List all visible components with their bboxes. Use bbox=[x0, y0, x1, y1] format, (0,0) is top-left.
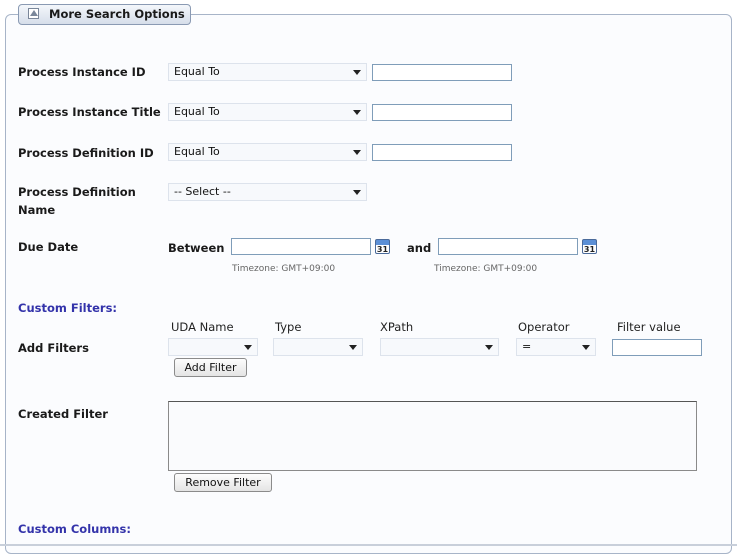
chevron-down-icon bbox=[244, 345, 252, 350]
type-select[interactable] bbox=[273, 338, 363, 356]
process-definition-id-input[interactable] bbox=[372, 144, 512, 161]
process-instance-id-input[interactable] bbox=[372, 64, 512, 81]
filter-value-input[interactable] bbox=[612, 339, 702, 356]
process-definition-id-operator-select[interactable]: Equal To bbox=[168, 143, 367, 161]
process-definition-id-label: Process Definition ID bbox=[18, 146, 154, 160]
uda-name-select[interactable] bbox=[168, 338, 258, 356]
process-instance-title-label: Process Instance Title bbox=[18, 105, 161, 119]
xpath-select[interactable] bbox=[380, 338, 499, 356]
process-instance-id-operator-select[interactable]: Equal To bbox=[168, 63, 367, 81]
operator-value: = bbox=[522, 340, 532, 353]
and-label: and bbox=[407, 241, 432, 255]
created-filter-list[interactable] bbox=[168, 401, 697, 471]
process-definition-id-operator-value: Equal To bbox=[174, 145, 220, 158]
process-instance-title-operator-value: Equal To bbox=[174, 105, 220, 118]
process-definition-name-label-line2: Name bbox=[18, 203, 56, 217]
process-definition-name-value: -- Select -- bbox=[174, 185, 231, 198]
calendar-icon[interactable]: 31 bbox=[375, 239, 390, 254]
column-header-xpath: XPath bbox=[380, 320, 414, 334]
chevron-down-icon bbox=[353, 110, 361, 115]
chevron-down-icon bbox=[582, 345, 590, 350]
timezone-to-text: Timezone: GMT+09:00 bbox=[434, 264, 538, 274]
chevron-down-icon bbox=[353, 150, 361, 155]
calendar-icon[interactable]: 31 bbox=[582, 239, 597, 254]
custom-columns-section-title: Custom Columns: bbox=[18, 522, 131, 536]
process-definition-name-select[interactable]: -- Select -- bbox=[168, 183, 367, 201]
operator-select[interactable]: = bbox=[516, 338, 596, 356]
chevron-down-icon bbox=[485, 345, 493, 350]
due-date-label: Due Date bbox=[18, 240, 79, 254]
chevron-down-icon bbox=[349, 345, 357, 350]
timezone-from-text: Timezone: GMT+09:00 bbox=[232, 264, 336, 274]
due-date-from-input[interactable] bbox=[231, 238, 371, 255]
column-header-filter-value: Filter value bbox=[617, 320, 681, 334]
more-search-options-toggle[interactable]: More Search Options bbox=[18, 4, 191, 25]
process-instance-title-input[interactable] bbox=[372, 104, 512, 121]
remove-filter-button[interactable]: Remove Filter bbox=[174, 473, 272, 492]
column-header-uda-name: UDA Name bbox=[171, 320, 234, 334]
more-search-options-label: More Search Options bbox=[49, 7, 185, 21]
search-options-panel bbox=[5, 14, 732, 554]
column-header-type: Type bbox=[275, 320, 302, 334]
process-instance-id-operator-value: Equal To bbox=[174, 65, 220, 78]
custom-filters-section-title: Custom Filters: bbox=[18, 301, 118, 315]
add-filter-button[interactable]: Add Filter bbox=[174, 358, 247, 377]
collapse-up-icon bbox=[28, 8, 39, 19]
chevron-down-icon bbox=[353, 70, 361, 75]
column-header-operator: Operator bbox=[518, 320, 570, 334]
process-instance-id-label: Process Instance ID bbox=[18, 65, 146, 79]
due-date-to-input[interactable] bbox=[438, 238, 578, 255]
add-filters-label: Add Filters bbox=[18, 341, 89, 355]
process-instance-title-operator-select[interactable]: Equal To bbox=[168, 103, 367, 121]
between-label: Between bbox=[168, 241, 225, 255]
created-filter-label: Created Filter bbox=[18, 407, 108, 421]
chevron-down-icon bbox=[353, 190, 361, 195]
process-definition-name-label-line1: Process Definition bbox=[18, 185, 136, 199]
